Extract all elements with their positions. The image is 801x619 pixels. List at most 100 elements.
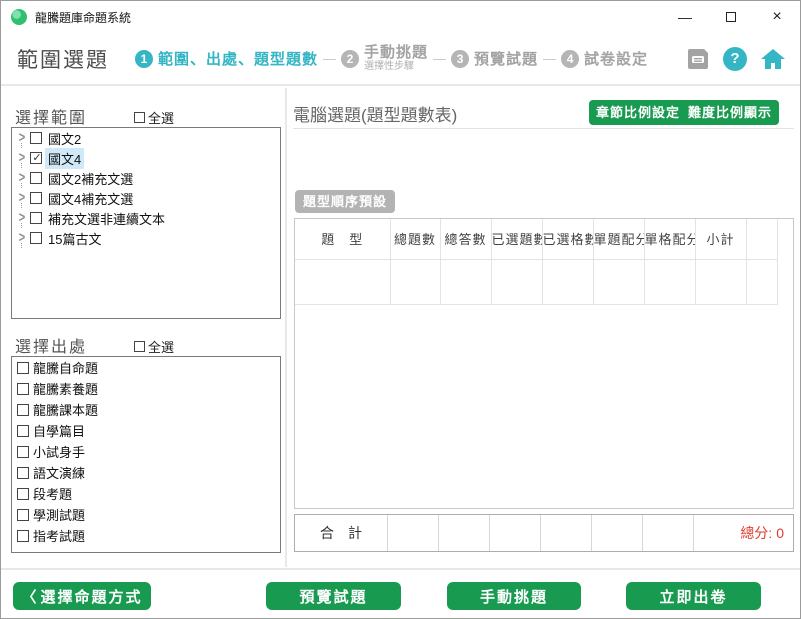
total-score-value: 0 <box>776 525 784 541</box>
chevron-right-icon[interactable]: > <box>16 230 28 246</box>
chevron-right-icon[interactable]: > <box>16 150 28 166</box>
checkbox[interactable] <box>30 212 42 224</box>
close-button[interactable]: × <box>754 1 800 33</box>
chevron-right-icon[interactable]: > <box>16 170 28 186</box>
tree-item[interactable]: > 國文4 <box>12 148 280 168</box>
chevron-left-icon: 〈 <box>21 586 36 607</box>
step-separator: — <box>543 51 556 66</box>
manual-pick-button[interactable]: 手動挑題 <box>447 582 581 610</box>
col-extra <box>746 219 777 259</box>
list-item[interactable]: 學測試題 <box>12 504 280 525</box>
col-subtotal: 小計 <box>695 219 746 259</box>
question-type-table: 題 型 總題數 總答數 已選題數 已選格數 單題配分 單格配分 小計 <box>295 219 778 305</box>
checkbox[interactable] <box>17 509 29 521</box>
range-select-all[interactable]: 全選 <box>134 108 174 127</box>
step-3-circle: 3 <box>451 50 469 68</box>
list-item[interactable]: 指考試題 <box>12 525 280 546</box>
tree-item[interactable]: > 國文2補充文選 <box>12 168 280 188</box>
chevron-right-icon[interactable]: > <box>16 210 28 226</box>
source-panel-title: 選擇出處 <box>15 333 87 357</box>
step-4-circle: 4 <box>561 50 579 68</box>
col-total-answers: 總答數 <box>440 219 491 259</box>
step-separator: — <box>323 51 336 66</box>
summary-row: 合 計 總分: 0 <box>294 514 794 552</box>
back-to-mode-button[interactable]: 〈 選擇命題方式 <box>13 582 151 610</box>
checkbox[interactable] <box>17 404 29 416</box>
tree-item[interactable]: > 補充文選非連續文本 <box>12 208 280 228</box>
maximize-button[interactable] <box>708 1 754 33</box>
window-controls: — × <box>662 1 800 33</box>
step-4-paper-settings[interactable]: 4 試卷設定 <box>561 48 648 69</box>
checkbox[interactable] <box>17 530 29 542</box>
chevron-right-icon[interactable]: > <box>16 130 28 146</box>
step-1-circle: 1 <box>135 50 153 68</box>
total-score: 總分: 0 <box>694 515 793 551</box>
step-2-manual-pick[interactable]: 2 手動挑題 選擇性步驟 <box>341 45 428 73</box>
minimize-button[interactable]: — <box>662 1 708 33</box>
question-order-preset-button[interactable]: 題型順序預設 <box>295 190 395 213</box>
checkbox[interactable] <box>17 362 29 374</box>
vertical-divider <box>285 88 287 567</box>
header: 範圍選題 1 範圍、出處、題型題數 — 2 手動挑題 選擇性步驟 — 3 預覽試… <box>1 33 800 86</box>
maximize-icon <box>726 12 736 22</box>
col-question-type: 題 型 <box>295 219 390 259</box>
checkbox[interactable] <box>30 152 42 164</box>
tree-item[interactable]: > 國文4補充文選 <box>12 188 280 208</box>
step-2-sublabel: 選擇性步驟 <box>364 61 428 72</box>
header-icons: ? <box>686 47 786 71</box>
step-1-range[interactable]: 1 範圍、出處、題型題數 <box>135 48 318 69</box>
list-item[interactable]: 小試身手 <box>12 441 280 462</box>
checkbox[interactable] <box>17 383 29 395</box>
list-item[interactable]: 龍騰自命題 <box>12 357 280 378</box>
app-title: 龍騰題庫命題系統 <box>35 9 131 26</box>
col-points-per-blank: 單格配分 <box>644 219 695 259</box>
page-title: 範圍選題 <box>17 44 109 74</box>
preview-questions-button[interactable]: 預覽試題 <box>266 582 401 610</box>
app-window: 龍騰題庫命題系統 — × 範圍選題 1 範圍、出處、題型題數 — 2 手動挑題 … <box>0 0 801 619</box>
help-icon[interactable]: ? <box>723 47 747 71</box>
checkbox[interactable] <box>17 488 29 500</box>
source-select-all[interactable]: 全選 <box>134 337 174 356</box>
source-select-all-checkbox <box>134 341 145 352</box>
difficulty-ratio-button[interactable]: 難度比例顯示 <box>681 100 779 125</box>
list-item[interactable]: 龍騰素養題 <box>12 378 280 399</box>
col-selected-blanks: 已選格數 <box>542 219 593 259</box>
checkbox[interactable] <box>30 192 42 204</box>
step-indicator: 1 範圍、出處、題型題數 — 2 手動挑題 選擇性步驟 — 3 預覽試題 — 4… <box>135 45 648 73</box>
list-item[interactable]: 語文演練 <box>12 462 280 483</box>
checkbox[interactable] <box>17 467 29 479</box>
step-2-circle: 2 <box>341 50 359 68</box>
range-tree: > 國文2 > 國文4 > 國文2補充文選 > 國文4補充文選 > 補充文選非連… <box>11 127 281 319</box>
generate-paper-button[interactable]: 立即出卷 <box>626 582 761 610</box>
titlebar: 龍騰題庫命題系統 — × <box>1 1 800 33</box>
home-icon[interactable] <box>760 47 786 71</box>
title-divider <box>293 128 794 129</box>
range-select-all-checkbox <box>134 112 145 123</box>
computer-select-title: 電腦選題(題型題數表) <box>293 101 457 126</box>
checkbox[interactable] <box>17 425 29 437</box>
question-type-table-container: 題 型 總題數 總答數 已選題數 已選格數 單題配分 單格配分 小計 <box>294 218 794 509</box>
tree-item[interactable]: > 國文2 <box>12 128 280 148</box>
list-item[interactable]: 龍騰課本題 <box>12 399 280 420</box>
col-selected-questions: 已選題數 <box>491 219 542 259</box>
list-item[interactable]: 自學篇目 <box>12 420 280 441</box>
source-list: 龍騰自命題 龍騰素養題 龍騰課本題 自學篇目 小試身手 語文演練 段考題 學測 <box>11 356 281 553</box>
total-score-label: 總分: <box>740 523 772 543</box>
tree-item[interactable]: > 15篇古文 <box>12 228 280 248</box>
checkbox[interactable] <box>30 232 42 244</box>
footer-divider <box>1 568 801 570</box>
checkbox[interactable] <box>17 446 29 458</box>
step-separator: — <box>433 51 446 66</box>
table-row <box>295 259 777 304</box>
summary-total-label: 合 計 <box>295 515 388 551</box>
chapter-ratio-button[interactable]: 章節比例設定 <box>589 100 687 125</box>
list-item[interactable]: 段考題 <box>12 483 280 504</box>
checkbox[interactable] <box>30 132 42 144</box>
save-icon[interactable] <box>686 47 710 71</box>
col-total-questions: 總題數 <box>390 219 440 259</box>
step-3-preview[interactable]: 3 預覽試題 <box>451 48 538 69</box>
chevron-right-icon[interactable]: > <box>16 190 28 206</box>
col-points-per-question: 單題配分 <box>593 219 644 259</box>
range-panel-title: 選擇範圍 <box>15 104 87 128</box>
checkbox[interactable] <box>30 172 42 184</box>
